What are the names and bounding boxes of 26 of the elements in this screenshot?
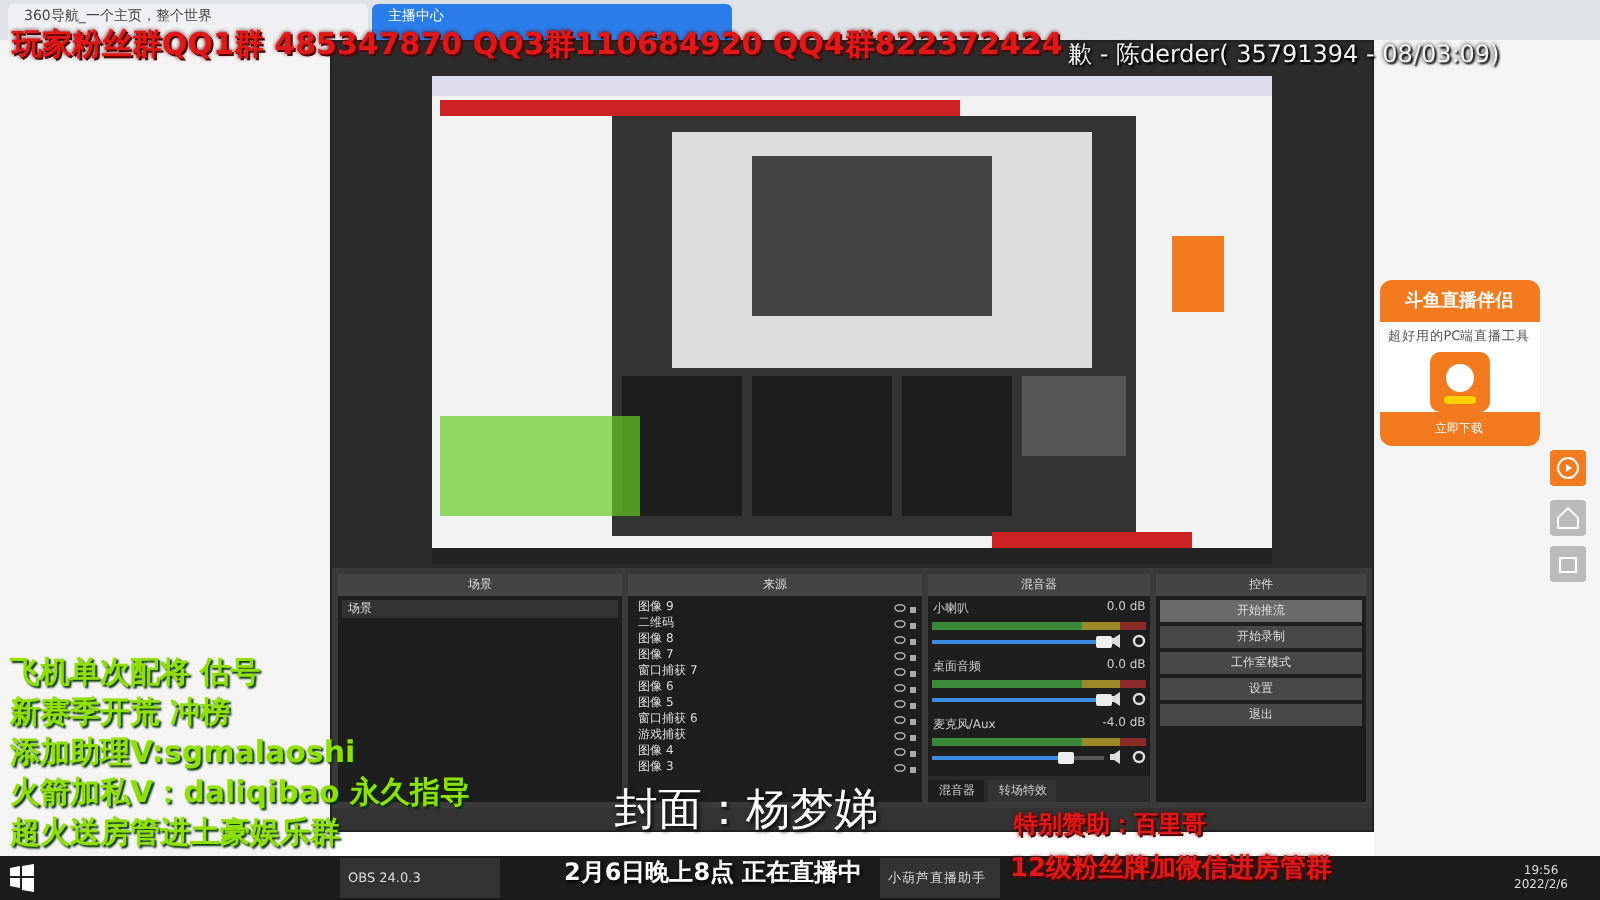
eye-lock-icon[interactable] bbox=[894, 649, 919, 662]
start-icon[interactable] bbox=[8, 864, 36, 892]
gear-icon[interactable] bbox=[1131, 750, 1146, 765]
eye-lock-icon[interactable] bbox=[894, 713, 919, 726]
eye-lock-icon[interactable] bbox=[894, 745, 919, 758]
ad-title: 斗鱼直播伴侣 bbox=[1379, 280, 1539, 322]
eye-lock-icon[interactable] bbox=[894, 665, 919, 678]
eye-lock-icon[interactable] bbox=[894, 761, 919, 774]
volume-slider[interactable] bbox=[932, 755, 1104, 760]
promo-line: 新赛季开荒 冲榜 bbox=[10, 692, 233, 732]
eye-lock-icon[interactable] bbox=[894, 601, 919, 614]
gear-icon[interactable] bbox=[1131, 634, 1146, 649]
app-logo-icon bbox=[1429, 352, 1489, 412]
sponsor-caption: 特别赞助：百里哥 bbox=[1014, 812, 1206, 839]
promo-line: 超火送房管进土豪娱乐群 bbox=[10, 812, 342, 852]
play-icon[interactable] bbox=[1550, 450, 1586, 486]
cover-caption: 封面：杨梦娣 bbox=[614, 788, 878, 837]
eye-lock-icon[interactable] bbox=[894, 681, 919, 694]
promo-line: 飞机单次配将 估号 bbox=[10, 652, 263, 692]
schedule-caption: 2月6日晚上8点 正在直播中 bbox=[564, 860, 863, 887]
fan-caption: 12级粉丝牌加微信进房管群 bbox=[1010, 856, 1333, 885]
gear-icon[interactable] bbox=[1131, 692, 1146, 707]
eye-lock-icon[interactable] bbox=[894, 697, 919, 710]
eye-lock-icon[interactable] bbox=[894, 633, 919, 646]
eye-lock-icon[interactable] bbox=[894, 617, 919, 630]
eye-lock-icon[interactable] bbox=[894, 729, 919, 742]
